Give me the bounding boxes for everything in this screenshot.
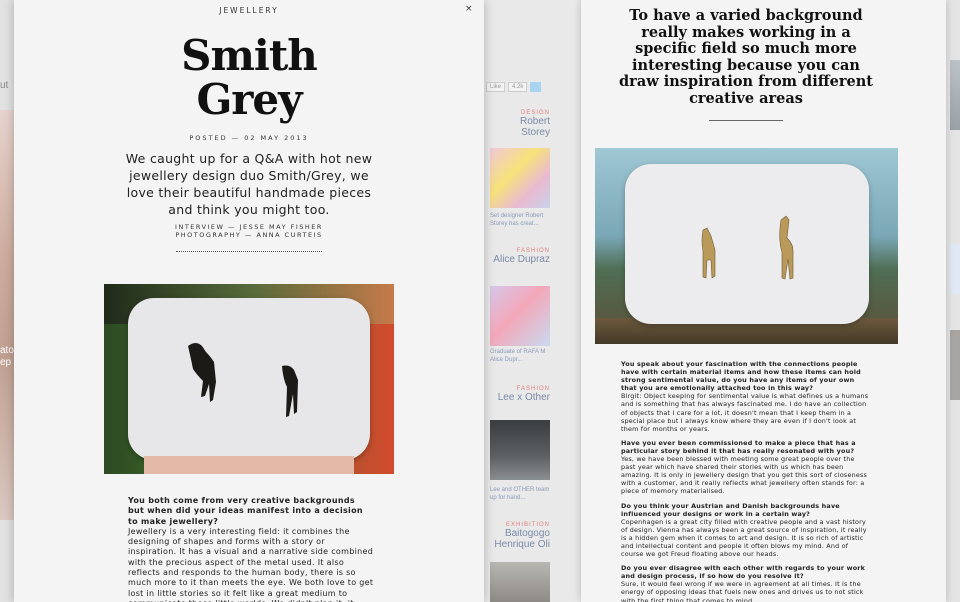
interview-question: You both come from very creative backgro… — [128, 496, 363, 526]
background-left-fragment: ato — [0, 345, 14, 356]
article-intro: We caught up for a Q&A with hot new jewe… — [125, 151, 373, 217]
background-right-photo — [950, 244, 960, 294]
list-item-title[interactable]: Baitogogo Henrique Oli — [490, 528, 550, 550]
article-continuation: To have a varied background really makes… — [581, 0, 946, 602]
posted-date: POSTED — 02 MAY 2013 — [189, 134, 309, 142]
pull-quote: To have a varied background really makes… — [619, 7, 873, 107]
list-item-title[interactable]: Lee x Other — [490, 392, 550, 403]
background-left-photo — [0, 110, 14, 520]
article-category[interactable]: JEWELLERY — [14, 6, 484, 15]
interview-answer: Birgit: Object keeping for sentimental v… — [621, 392, 869, 433]
twitter-icon[interactable] — [530, 82, 542, 92]
list-item[interactable]: FASHION Alice Dupraz — [490, 248, 550, 265]
photography-credit: PHOTOGRAPHY — ANNA CURTEIS — [175, 231, 323, 239]
list-item[interactable]: FASHION Lee x Other — [490, 386, 550, 403]
list-item[interactable]: EXHIBITION Baitogogo Henrique Oli — [490, 522, 550, 550]
list-item-title[interactable]: Robert Storey — [490, 116, 550, 138]
divider — [176, 251, 322, 252]
background-right-photo — [950, 60, 960, 130]
background-left-fragment: ep — [0, 357, 12, 368]
interview-answer: Jewellery is a very interesting field: i… — [128, 526, 374, 602]
article-body: You both come from very creative backgro… — [128, 496, 374, 602]
background-left-fragment: ut — [0, 80, 9, 91]
article-photo — [104, 284, 394, 474]
interview-credit: INTERVIEW — JESSE MAY FISHER — [175, 223, 323, 231]
interview-answer: Yes, we have been blessed with meeting s… — [621, 455, 868, 496]
article-title-line: Smith — [181, 31, 318, 80]
interview-answer: Copenhagen is a great city filled with c… — [621, 517, 867, 559]
interview-question: Do you think your Austrian and Danish ba… — [621, 501, 840, 518]
social-share-bar: Like 4.2k — [486, 82, 542, 92]
list-item-thumbnail[interactable] — [490, 286, 550, 346]
article-title-line: Grey — [196, 75, 302, 124]
close-icon[interactable]: × — [465, 4, 473, 14]
qa-block: You speak about your fascination with th… — [621, 360, 871, 433]
qa-block: Do you think your Austrian and Danish ba… — [621, 502, 871, 559]
article-photo — [595, 148, 898, 344]
qa-block: Do you ever disagree with each other wit… — [621, 564, 871, 602]
like-button[interactable]: Like — [486, 82, 506, 92]
interview-body: You speak about your fascination with th… — [621, 360, 871, 602]
interview-question: Do you ever disagree with each other wit… — [621, 564, 866, 581]
article-title: Smith Grey — [14, 34, 484, 122]
list-item-thumbnail[interactable] — [490, 562, 550, 602]
interview-question: You speak about your fascination with th… — [621, 360, 861, 393]
like-count: 4.2k — [508, 82, 528, 92]
list-item-thumbnail[interactable] — [490, 420, 550, 480]
list-item-caption: Set designer Robert Storey has creat... — [490, 213, 544, 227]
background-right-photo — [950, 330, 960, 400]
list-item-caption: Lee and OTHER team up for hand... — [490, 487, 550, 501]
interview-question: Have you ever been commissioned to make … — [621, 438, 856, 455]
giraffe-earrings-image — [701, 215, 794, 280]
list-item[interactable]: DESIGN Robert Storey — [490, 110, 550, 138]
list-item-title[interactable]: Alice Dupraz — [490, 254, 550, 265]
divider — [709, 120, 783, 121]
list-item-caption: Graduate of RAFA M Alice Dupr... — [490, 349, 546, 363]
interview-answer: Sure, it would feel wrong if we were in … — [621, 580, 864, 602]
list-item-thumbnail[interactable] — [490, 148, 550, 208]
horse-earrings-image — [188, 343, 298, 417]
qa-block: Have you ever been commissioned to make … — [621, 439, 871, 496]
article-modal: JEWELLERY × Smith Grey POSTED — 02 MAY 2… — [14, 0, 484, 602]
